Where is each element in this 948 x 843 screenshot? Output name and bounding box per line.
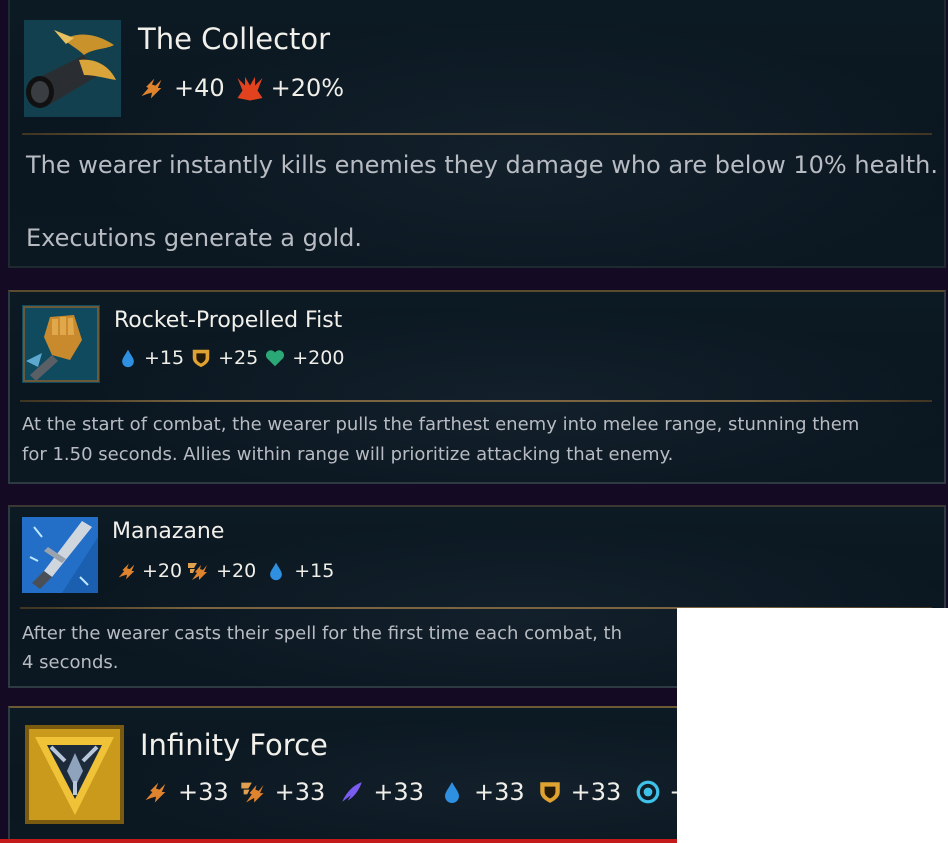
- item-stats: +40 +20%: [138, 73, 344, 103]
- mana-icon: [118, 347, 138, 369]
- health-icon: [264, 347, 286, 369]
- stat-value: +33: [570, 778, 622, 806]
- item-description-line: Executions generate a gold.: [26, 224, 363, 252]
- divider: [22, 133, 932, 135]
- item-card-rocket-propelled-fist: Rocket-Propelled Fist +15 +25 +200 At th…: [8, 290, 946, 484]
- attack-speed-icon: [186, 559, 210, 583]
- divider: [20, 400, 932, 402]
- infinity-force-icon: [25, 725, 124, 824]
- stat-value: +33: [178, 778, 229, 806]
- item-stats: +15 +25 +200: [118, 347, 344, 369]
- stat-value: +15: [294, 560, 335, 582]
- occluding-white-patch: [677, 608, 948, 843]
- rocket-propelled-fist-icon: [22, 305, 100, 383]
- item-stats: +20 +20 +15: [116, 559, 334, 583]
- item-stats: +33 +33 +33 +33 +33 +:: [142, 778, 697, 806]
- armor-icon: [537, 779, 563, 805]
- manazane-icon: [22, 517, 98, 593]
- mana-icon: [266, 560, 286, 582]
- magic-resist-icon: [635, 779, 661, 805]
- item-description-line: for 1.50 seconds. Allies within range wi…: [22, 444, 674, 465]
- attack-damage-icon: [116, 560, 138, 582]
- mana-icon: [440, 778, 464, 806]
- attack-damage-icon: [142, 778, 170, 806]
- item-description-line: The wearer instantly kills enemies they …: [26, 151, 938, 179]
- stat-value: +20: [142, 560, 183, 582]
- item-name: The Collector: [138, 22, 331, 56]
- stat-value: +20: [216, 560, 257, 582]
- stat-value: +20%: [270, 74, 345, 102]
- item-description-line: At the start of combat, the wearer pulls…: [22, 414, 860, 435]
- item-name: Infinity Force: [140, 728, 328, 762]
- stat-value: +25: [218, 347, 259, 369]
- stat-value: +33: [473, 778, 525, 806]
- the-collector-icon: [24, 20, 121, 117]
- stat-value: +200: [292, 347, 345, 369]
- stat-value: +33: [274, 778, 326, 806]
- ability-power-icon: [339, 779, 365, 805]
- attack-damage-icon: [138, 74, 166, 102]
- stat-value: +33: [373, 778, 424, 806]
- stat-value: +15: [144, 347, 185, 369]
- item-name: Rocket-Propelled Fist: [114, 308, 343, 333]
- crit-chance-icon: [235, 73, 265, 103]
- item-card-the-collector: The Collector +40 +20% The wearer instan…: [8, 0, 946, 268]
- bottom-red-line: [0, 839, 677, 843]
- stat-value: +40: [174, 74, 225, 102]
- item-description-line: 4 seconds.: [22, 652, 119, 673]
- item-name: Manazane: [112, 519, 225, 544]
- attack-speed-icon: [239, 778, 267, 806]
- item-description-line: After the wearer casts their spell for t…: [22, 623, 622, 644]
- armor-icon: [190, 347, 212, 369]
